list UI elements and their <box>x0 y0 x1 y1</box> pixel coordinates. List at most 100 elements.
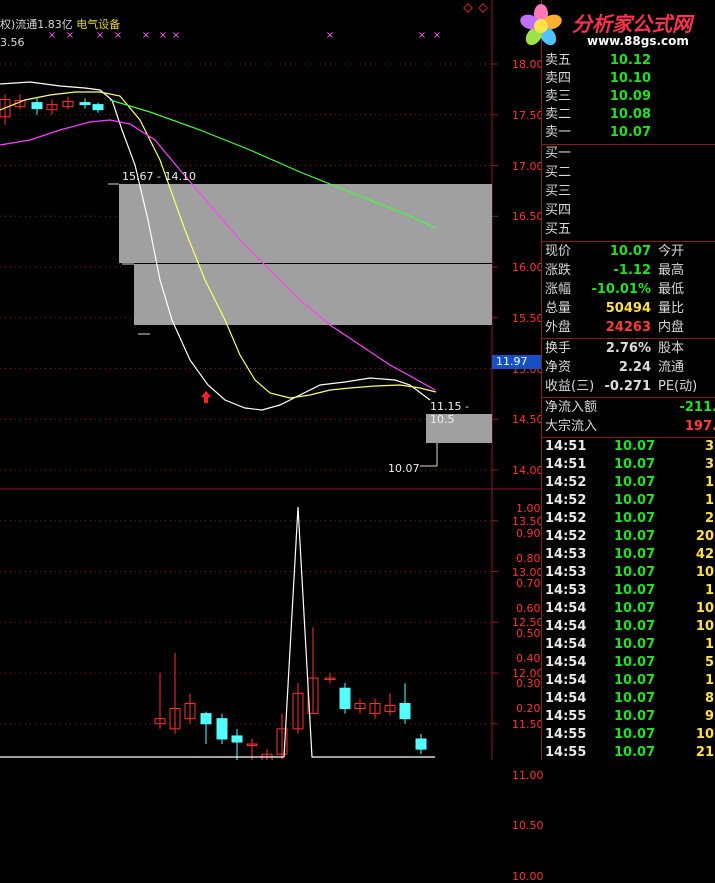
price-axis-label: 17.00 <box>512 159 544 173</box>
quote-row: 总量 50494 量比 <box>542 300 715 318</box>
bid-row: 买一 <box>542 145 715 163</box>
tick-time: 14:54 <box>545 673 587 688</box>
quote-row: 涨跌 -1.12 最高 <box>542 262 715 280</box>
tick-volume: 8 <box>704 691 714 706</box>
tick-volume: 10 <box>695 565 714 580</box>
lower-zone-label: 11.15 - 10.5 <box>430 400 469 426</box>
tick-row: 14:53 10.07 10 <box>542 564 715 582</box>
logo-url: www.88gs.com <box>587 34 689 48</box>
price-axis-label: 18.00 <box>512 58 544 71</box>
quote-row: 现价 10.07 今开 <box>542 243 715 261</box>
signal-marker: × <box>159 30 167 41</box>
quote-row-label: 现价 <box>545 244 572 259</box>
bid-row-label: 买五 <box>545 222 572 237</box>
volume-axis-label: 0.40 <box>516 652 541 665</box>
tick-price: 10.07 <box>614 547 656 562</box>
tick-price: 10.07 <box>614 565 656 580</box>
tick-time: 14:52 <box>545 493 587 508</box>
kline-svg[interactable]: × × × × × × × × × × <box>0 0 541 760</box>
tick-row: 14:51 10.07 3 <box>542 438 715 456</box>
price-axis-label: 10.50 <box>512 819 544 833</box>
tick-time: 14:53 <box>545 583 587 598</box>
tick-time: 14:54 <box>545 691 587 706</box>
divider <box>542 241 715 242</box>
tick-time: 14:54 <box>545 619 587 634</box>
tick-time: 14:53 <box>545 565 587 580</box>
price-axis-label: 14.50 <box>512 413 544 427</box>
price-axis-label: 11.50 <box>512 717 544 731</box>
ask-row-label: 卖五 <box>545 53 572 68</box>
quote-row-label: 涨幅 <box>545 282 572 297</box>
tick-row: 14:55 10.07 21 <box>542 744 715 762</box>
ask-row-value: 10.10 <box>609 71 651 86</box>
tick-volume: 9 <box>704 709 714 724</box>
bid-row-label: 买一 <box>545 146 572 161</box>
divider <box>542 397 715 398</box>
tick-time: 14:54 <box>545 655 587 670</box>
tick-volume: 2 <box>704 511 714 526</box>
diamond-icon <box>478 3 488 13</box>
signal-marker: × <box>326 30 334 41</box>
tick-volume: 1 <box>704 475 714 490</box>
indicator-value: 3.56 <box>0 36 25 49</box>
ask-row: 卖五 10.12 <box>542 52 715 70</box>
quote-row-value: 10.07 <box>609 244 651 259</box>
down-candle <box>79 102 91 106</box>
volume-axis-label: 0.50 <box>516 627 541 640</box>
logo-title: 分析家公式网 <box>572 12 692 36</box>
ask-row: 卖四 10.10 <box>542 70 715 88</box>
kline-chart[interactable]: × × × × × × × × × × 权)流通1.83亿 电气设备 3.56 15.67 - 1… <box>0 0 544 883</box>
tick-time: 14:55 <box>545 745 587 760</box>
float-shares: 流通1.83亿 <box>15 18 73 31</box>
quote-row: 涨幅 -10.01% 最低 <box>542 281 715 299</box>
flower-logo-icon <box>520 4 562 46</box>
tick-volume: 10 <box>695 619 714 634</box>
down-candle <box>415 738 427 750</box>
bid-row-label: 买三 <box>545 184 572 199</box>
tick-price: 10.07 <box>614 727 656 742</box>
flow-label: 大宗流入 <box>545 419 598 434</box>
site-logo: 分析家公式网 www.88gs.com <box>515 2 715 52</box>
tick-row: 14:52 10.07 1 <box>542 492 715 510</box>
tick-price: 10.07 <box>614 511 656 526</box>
price-axis-label: 13.50 <box>512 514 544 528</box>
tick-volume: 10 <box>695 601 714 616</box>
tick-volume: 3 <box>704 439 714 454</box>
fundamental-row-label: 收益(三) <box>545 379 595 394</box>
ask-row: 卖一 10.07 <box>542 124 715 142</box>
tick-price: 10.07 <box>614 475 656 490</box>
ask-row-value: 10.12 <box>609 53 651 68</box>
tick-row: 14:53 10.07 42 <box>542 546 715 564</box>
tick-price: 10.07 <box>614 655 656 670</box>
tick-price: 10.07 <box>614 637 656 652</box>
fundamental-row-value: 2.76% <box>605 341 651 356</box>
quote-row-value: 50494 <box>605 301 651 316</box>
tick-price: 10.07 <box>614 691 656 706</box>
upper-zone-label: 15.67 - 14.10 <box>122 170 196 183</box>
fundamental-row-label: 净资 <box>545 360 572 375</box>
ask-row: 卖三 10.09 <box>542 88 715 106</box>
quote-row-label: 涨跌 <box>545 263 572 278</box>
ask-row-label: 卖三 <box>545 89 572 104</box>
tick-volume: 21 <box>695 745 714 760</box>
ask-row-value: 10.09 <box>609 89 651 104</box>
volume-axis-label: 0.20 <box>516 702 541 715</box>
tick-price: 10.07 <box>614 529 656 544</box>
fundamental-row: 收益(三) -0.271 PE(动) <box>542 378 715 396</box>
bid-row-label: 买二 <box>545 165 572 180</box>
tick-price: 10.07 <box>614 619 656 634</box>
quote-row-label2: 最低 <box>658 282 685 297</box>
down-candle <box>200 713 212 725</box>
fundamental-row-label2: 股本 <box>658 341 685 356</box>
sector-label: 电气设备 <box>76 18 121 31</box>
tick-time: 14:55 <box>545 727 587 742</box>
resistance-zone-upper <box>119 184 492 263</box>
quote-row-label2: 内盘 <box>658 320 685 335</box>
quote-row-value: 24263 <box>605 320 651 335</box>
flow-row: 大宗流入 197.6 <box>542 418 715 436</box>
flow-value: 197.6 <box>684 419 715 434</box>
price-axis-label: 16.50 <box>512 210 544 224</box>
tick-row: 14:54 10.07 1 <box>542 672 715 690</box>
tick-time: 14:51 <box>545 439 587 454</box>
flow-row: 净流入额 -211.2 <box>542 399 715 417</box>
